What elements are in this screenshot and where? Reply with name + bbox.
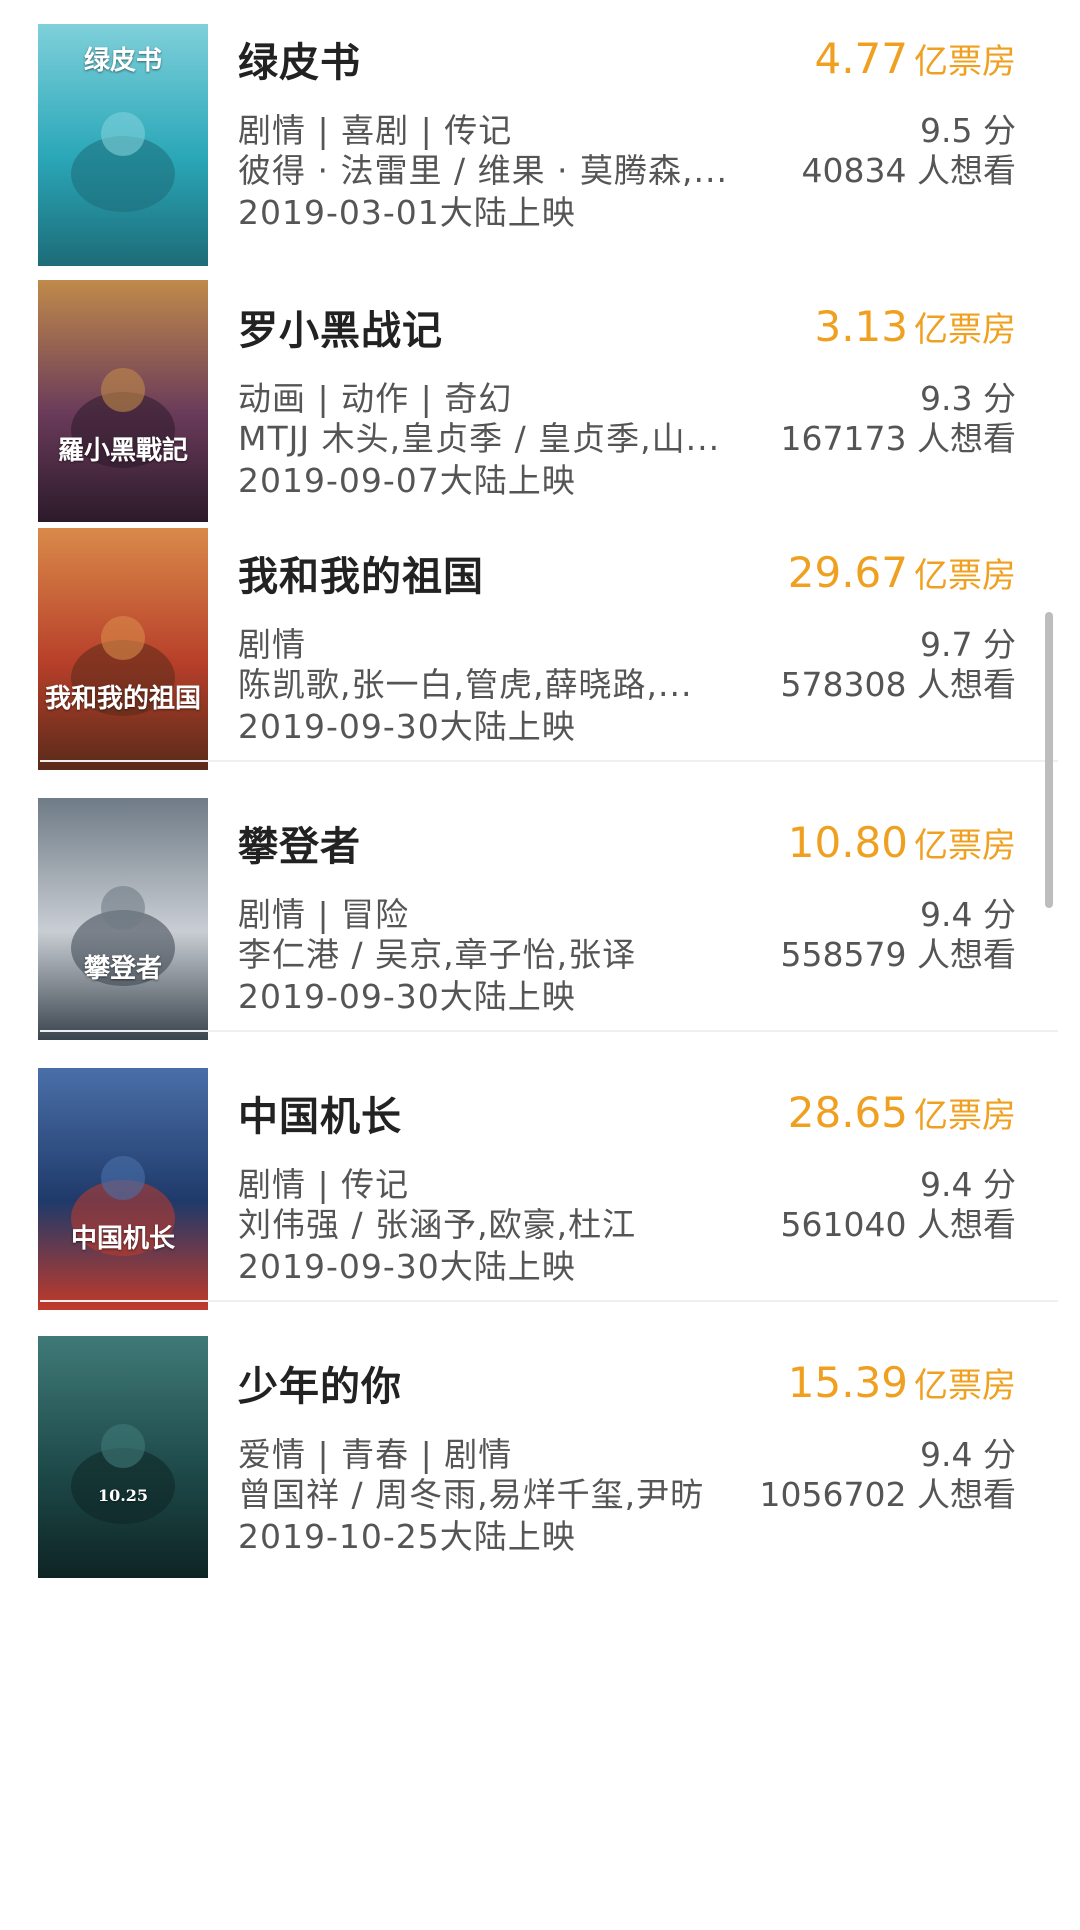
movie-item[interactable]: 我和我的祖国 我和我的祖国 29.67 亿票房 剧情 9.7 分陈凯歌,张一白,管虎,薛晓…	[0, 0, 1080, 1930]
release-date: 2019-03-01大陆上映	[238, 193, 576, 232]
movie-item[interactable]: 10.25 少年的你 15.39 亿票房 爱情 | 青春 | 剧情 9.4 分曾国祥 / …	[0, 0, 1080, 1930]
box-office-value: 4.77	[814, 34, 908, 83]
movie-genres: 剧情 | 冒险	[238, 895, 410, 934]
movie-title[interactable]: 中国机长	[238, 1084, 402, 1142]
faces-collage-poster[interactable]	[38, 528, 208, 770]
want-count: 40834 人想看	[801, 151, 1016, 190]
poster-caption: 绿皮书	[83, 46, 162, 76]
movie-cast: 李仁港 / 吴京,章子怡,张译	[238, 935, 637, 974]
want-count: 167173 人想看	[780, 419, 1016, 458]
movie-item[interactable]: 绿皮书 绿皮书 4.77 亿票房 剧情 | 喜剧 | 传记 9.5 分彼得 · 法雷里 /…	[0, 0, 1080, 1930]
want-count: 561040 人想看	[780, 1205, 1016, 1244]
movie-cast: 陈凯歌,张一白,管虎,薛晓路,...	[238, 665, 693, 704]
box-office: 10.80 亿票房	[788, 818, 1016, 867]
poster-caption: 中国机长	[70, 1224, 175, 1254]
release-date: 2019-10-25大陆上映	[238, 1517, 576, 1556]
movie-title[interactable]: 罗小黑战记	[238, 298, 443, 356]
row-divider	[40, 1030, 1058, 1032]
box-office-value: 10.80	[787, 818, 908, 867]
movie-rating: 9.4 分	[920, 1165, 1016, 1204]
box-office-unit: 亿票房	[914, 1366, 1016, 1406]
movie-genres: 剧情	[238, 625, 306, 664]
movie-item[interactable]: 攀登者 攀登者 10.80 亿票房 剧情 | 冒险 9.4 分李仁港 / 吴京,章子怡,张…	[0, 0, 1080, 1930]
box-office-value: 15.39	[787, 1358, 908, 1407]
rain-couple-poster[interactable]	[38, 1336, 208, 1578]
box-office: 3.13 亿票房	[814, 302, 1016, 351]
want-count: 578308 人想看	[780, 665, 1016, 704]
movie-rating: 9.4 分	[920, 895, 1016, 934]
movie-item[interactable]: 羅小黑戰記 罗小黑战记 3.13 亿票房 动画 | 动作 | 奇幻 9.3 分 MTJJ 木…	[0, 0, 1080, 1930]
box-office-unit: 亿票房	[914, 556, 1016, 596]
box-office-unit: 亿票房	[914, 310, 1016, 350]
movie-rating: 9.5 分	[920, 111, 1016, 150]
release-date: 2019-09-07大陆上映	[238, 461, 576, 500]
movie-item[interactable]: 中国机长 中国机长 28.65 亿票房 剧情 | 传记 9.4 分刘伟强 / 张涵予,欧豪…	[0, 0, 1080, 1930]
movie-genres: 剧情 | 喜剧 | 传记	[238, 111, 513, 150]
movie-rating: 9.3 分	[920, 379, 1016, 418]
captain-airplane-poster[interactable]	[38, 1068, 208, 1310]
movie-cast: MTJJ 木头,皇贞季 / 皇贞季,山...	[238, 419, 721, 458]
box-office: 15.39 亿票房	[788, 1358, 1016, 1407]
want-count: 558579 人想看	[780, 935, 1016, 974]
box-office: 4.77 亿票房	[814, 34, 1016, 83]
movie-cast: 刘伟强 / 张涵予,欧豪,杜江	[238, 1205, 637, 1244]
poster-caption: 羅小黑戰記	[57, 436, 188, 466]
movie-rating: 9.7 分	[920, 625, 1016, 664]
movie-title[interactable]: 绿皮书	[238, 30, 361, 88]
movie-title[interactable]: 攀登者	[238, 814, 361, 872]
box-office-value: 28.65	[787, 1088, 908, 1137]
box-office-value: 29.67	[787, 548, 908, 597]
movie-title[interactable]: 我和我的祖国	[238, 544, 484, 602]
row-divider	[40, 1300, 1058, 1302]
box-office: 28.65 亿票房	[788, 1088, 1016, 1137]
mountain-climber-poster[interactable]	[38, 798, 208, 1040]
scrollbar[interactable]	[1045, 612, 1053, 908]
release-date: 2019-09-30大陆上映	[238, 1247, 576, 1286]
movie-rating: 9.4 分	[920, 1435, 1016, 1474]
box-office: 29.67 亿票房	[788, 548, 1016, 597]
movie-title[interactable]: 少年的你	[238, 1354, 402, 1412]
row-divider	[40, 760, 1058, 762]
release-date: 2019-09-30大陆上映	[238, 977, 576, 1016]
movie-cast: 彼得 · 法雷里 / 维果 · 莫腾森,...	[238, 151, 728, 190]
green-book-poster[interactable]	[38, 24, 208, 266]
black-cat-poster[interactable]	[38, 280, 208, 522]
poster-caption: 我和我的祖国	[44, 684, 201, 714]
release-date: 2019-09-30大陆上映	[238, 707, 576, 746]
box-office-value: 3.13	[814, 302, 908, 351]
want-count: 1056702 人想看	[759, 1475, 1016, 1514]
box-office-unit: 亿票房	[914, 826, 1016, 866]
poster-caption: 10.25	[97, 1486, 149, 1505]
box-office-unit: 亿票房	[914, 1096, 1016, 1136]
poster-caption: 攀登者	[83, 954, 162, 984]
movie-genres: 爱情 | 青春 | 剧情	[238, 1435, 513, 1474]
movie-genres: 剧情 | 传记	[238, 1165, 410, 1204]
box-office-unit: 亿票房	[914, 42, 1016, 82]
movie-genres: 动画 | 动作 | 奇幻	[238, 379, 513, 418]
movie-cast: 曾国祥 / 周冬雨,易烊千玺,尹昉	[238, 1475, 705, 1514]
